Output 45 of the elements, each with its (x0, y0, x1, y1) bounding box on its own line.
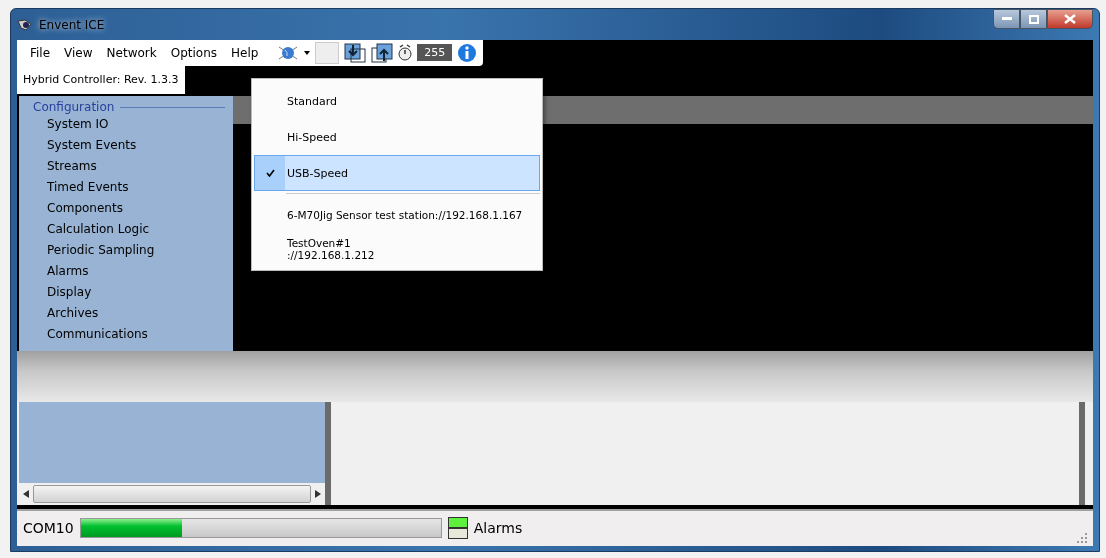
caret-icon[interactable] (304, 50, 311, 55)
sidebar-item[interactable]: Periodic Sampling (19, 240, 233, 261)
sidebar-item[interactable]: Calculation Logic (19, 219, 233, 240)
sidebar-item[interactable]: System IO (19, 114, 233, 135)
sidebar-item[interactable]: Display (19, 282, 233, 303)
menu-item[interactable]: File (23, 43, 58, 62)
maximize-icon (1028, 14, 1039, 24)
menu-option[interactable]: USB-Speed (254, 155, 540, 191)
app-logo-icon (17, 17, 33, 32)
maximize-button[interactable] (1020, 9, 1047, 29)
resize-grip-icon[interactable] (1077, 533, 1087, 543)
menu-option[interactable]: Standard (254, 83, 540, 119)
counter-display: 255 (417, 44, 453, 62)
scrollbar-thumb[interactable] (33, 484, 311, 503)
info-icon[interactable] (457, 42, 478, 63)
menu-option[interactable]: TestOven#1 ://192.168.1.212 (254, 232, 540, 266)
alarm-indicator-icon (447, 517, 468, 540)
scroll-left-icon[interactable] (23, 489, 29, 498)
upload-icon[interactable] (371, 42, 394, 63)
menu-item[interactable]: Options (163, 43, 224, 62)
menu-item[interactable]: Help (224, 43, 266, 62)
download-icon[interactable] (344, 42, 367, 63)
scroll-right-icon[interactable] (315, 489, 321, 498)
sidebar-item[interactable]: Timed Events (19, 177, 233, 198)
minimize-icon (1001, 17, 1012, 21)
sidebar-item[interactable]: Components (19, 198, 233, 219)
menu-item[interactable]: View (57, 43, 100, 62)
close-button[interactable] (1047, 9, 1093, 29)
menu-item[interactable]: Network (99, 43, 164, 62)
menu-option[interactable]: 6-M70Jig Sensor test station://192.168.1.167 (254, 198, 540, 232)
alarm-clock-icon[interactable] (398, 43, 413, 62)
port-label: COM10 (23, 520, 74, 537)
alarms-label: Alarms (473, 520, 523, 537)
sidebar-item[interactable]: System Events (19, 135, 233, 156)
menu-option[interactable]: Hi-Speed (254, 119, 540, 155)
horizontal-scrollbar[interactable] (19, 482, 325, 505)
sidebar-item[interactable]: Streams (19, 156, 233, 177)
sidebar-item[interactable]: Archives (19, 303, 233, 324)
window-title: Envent ICE (39, 17, 105, 32)
controller-revision: Hybrid Controller: Rev. 1.3.3 (17, 65, 185, 94)
sidebar-item[interactable]: Alarms (19, 261, 233, 282)
sidebar-item[interactable]: Communications (19, 324, 233, 345)
minimize-button[interactable] (993, 9, 1020, 29)
group-heading: Configuration (33, 100, 115, 114)
close-icon (1064, 14, 1076, 24)
